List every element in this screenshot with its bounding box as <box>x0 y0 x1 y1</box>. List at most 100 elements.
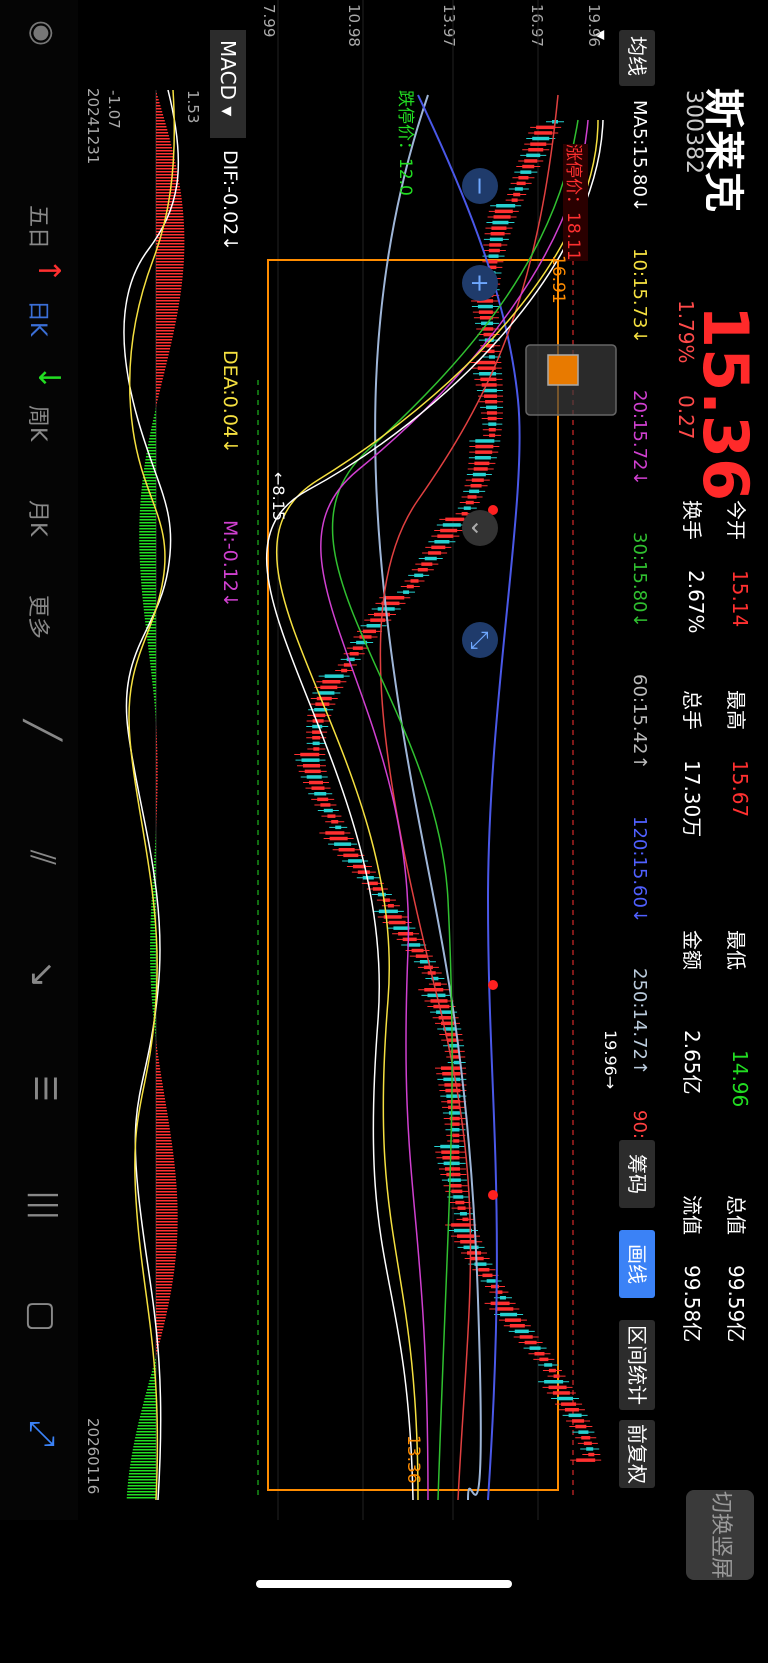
line-tool-icon[interactable]: ╱ <box>22 720 62 740</box>
macd-bar <box>139 519 156 521</box>
macd-bar <box>150 432 156 434</box>
week-k-button[interactable]: 周K <box>24 405 56 441</box>
macd-bar <box>150 969 156 971</box>
macd-bar <box>155 1329 163 1331</box>
macd-bar <box>156 207 183 209</box>
macd-bar <box>151 675 156 677</box>
macd-bar <box>156 1308 168 1310</box>
ma250-value: 250:14.72↑ <box>629 968 650 1076</box>
macd-bar <box>156 750 158 752</box>
macd-bar <box>148 441 156 443</box>
macd-indicator-dropdown[interactable]: MACD ▾ <box>210 30 246 138</box>
macd-chart <box>123 90 185 1500</box>
tab-adjust[interactable]: 前复权 <box>619 1420 655 1488</box>
macd-bar <box>156 1272 174 1274</box>
macd-bar <box>154 1026 156 1028</box>
macd-bar <box>156 174 178 176</box>
macd-bar <box>156 1224 178 1226</box>
macd-bar <box>156 1191 177 1193</box>
collapse-icon[interactable]: ⤡ <box>462 622 498 658</box>
macd-bar <box>156 1173 176 1175</box>
macd-bar <box>155 330 175 332</box>
ma-dropdown[interactable]: 均线 ▾ <box>589 30 655 86</box>
macd-bar <box>156 1068 161 1070</box>
arrow-up-icon[interactable]: ↑ <box>31 258 66 283</box>
macd-bar <box>155 840 156 842</box>
macd-bar <box>156 780 158 782</box>
macd-bar <box>154 858 156 860</box>
zoom-in-button[interactable]: + <box>462 265 498 301</box>
macd-bar <box>156 1176 176 1178</box>
macd-bar <box>156 249 185 251</box>
macd-bar <box>156 1230 178 1232</box>
macd-bar <box>152 423 156 425</box>
macd-bar <box>155 1134 171 1136</box>
tab-chips[interactable]: 筹码 <box>619 1140 655 1208</box>
macd-bar <box>155 96 158 98</box>
fib-tool-icon[interactable]: ||| <box>27 1190 62 1220</box>
macd-bar <box>139 546 156 548</box>
macd-bar <box>155 741 157 743</box>
macd-bar <box>156 786 158 788</box>
macd-bar <box>148 648 156 650</box>
macd-dea: DEA:0.04↓ <box>219 350 241 454</box>
macd-bar <box>156 1101 166 1103</box>
macd-bar <box>156 1245 177 1247</box>
day-k-button[interactable]: 日K <box>24 300 56 336</box>
macd-bar <box>128 1479 156 1481</box>
macd-bar <box>150 972 156 974</box>
macd-bar <box>146 1392 156 1394</box>
float-cap-value: 99.58亿 <box>680 1265 704 1343</box>
macd-bar <box>156 159 175 161</box>
macd-bar <box>155 1110 167 1112</box>
macd-bar <box>140 567 156 569</box>
macd-bar <box>139 531 156 533</box>
macd-bar <box>149 654 156 656</box>
macd-bar <box>138 1422 156 1424</box>
macd-bar <box>156 1197 178 1199</box>
macd-bar <box>155 771 158 773</box>
five-day-button[interactable]: 五日 <box>24 205 56 249</box>
macd-bar <box>156 1098 165 1100</box>
arrow-down-icon[interactable]: ↓ <box>31 365 66 390</box>
zoom-out-button[interactable]: − <box>462 168 498 204</box>
macd-bar <box>156 324 176 326</box>
macd-bar <box>156 270 184 272</box>
macd-bar <box>127 1485 156 1487</box>
macd-bar <box>156 1284 173 1286</box>
tab-draw[interactable]: 画线 <box>619 1230 655 1298</box>
ma20-value: 20:15.72↓ <box>629 390 650 486</box>
macd-bar <box>156 147 172 149</box>
parallel-line-icon[interactable]: ⫽ <box>22 850 62 865</box>
macd-bar <box>142 1404 156 1406</box>
rectangle-tool-icon[interactable]: ▢ <box>22 1300 62 1332</box>
macd-m: M:-0.12↓ <box>219 520 241 608</box>
expand-icon[interactable]: ⤢ <box>22 1420 62 1447</box>
macd-bar <box>156 1218 178 1220</box>
more-button[interactable]: 更多 <box>24 595 56 639</box>
macd-bar <box>155 1062 160 1064</box>
date-start: 20241231 <box>84 88 102 165</box>
macd-bar <box>156 363 167 365</box>
ray-tool-icon[interactable]: ↘ <box>22 960 62 989</box>
macd-bar <box>156 267 184 269</box>
market-cap-label: 总值 <box>724 1195 748 1235</box>
macd-bar <box>155 807 158 809</box>
gann-tool-icon[interactable]: ☰ <box>27 1075 62 1102</box>
macd-bar <box>156 1053 158 1055</box>
macd-bar <box>156 282 182 284</box>
macd-bar <box>155 141 171 143</box>
month-k-button[interactable]: 月K <box>24 500 56 536</box>
macd-bar <box>154 849 156 851</box>
macd-bar <box>156 762 158 764</box>
macd-bar <box>156 1209 178 1211</box>
tab-range-stats[interactable]: 区间统计 <box>619 1320 655 1410</box>
marker-dot <box>488 980 498 990</box>
macd-bar <box>139 513 156 515</box>
macd-bar <box>156 1092 164 1094</box>
chevron-down-icon[interactable]: ⌄ <box>462 510 498 546</box>
macd-bar <box>156 246 185 248</box>
macd-bar <box>156 810 157 812</box>
eye-icon[interactable]: ◉ <box>25 20 60 46</box>
switch-portrait-button[interactable]: 切换竖屏 <box>686 1490 754 1580</box>
